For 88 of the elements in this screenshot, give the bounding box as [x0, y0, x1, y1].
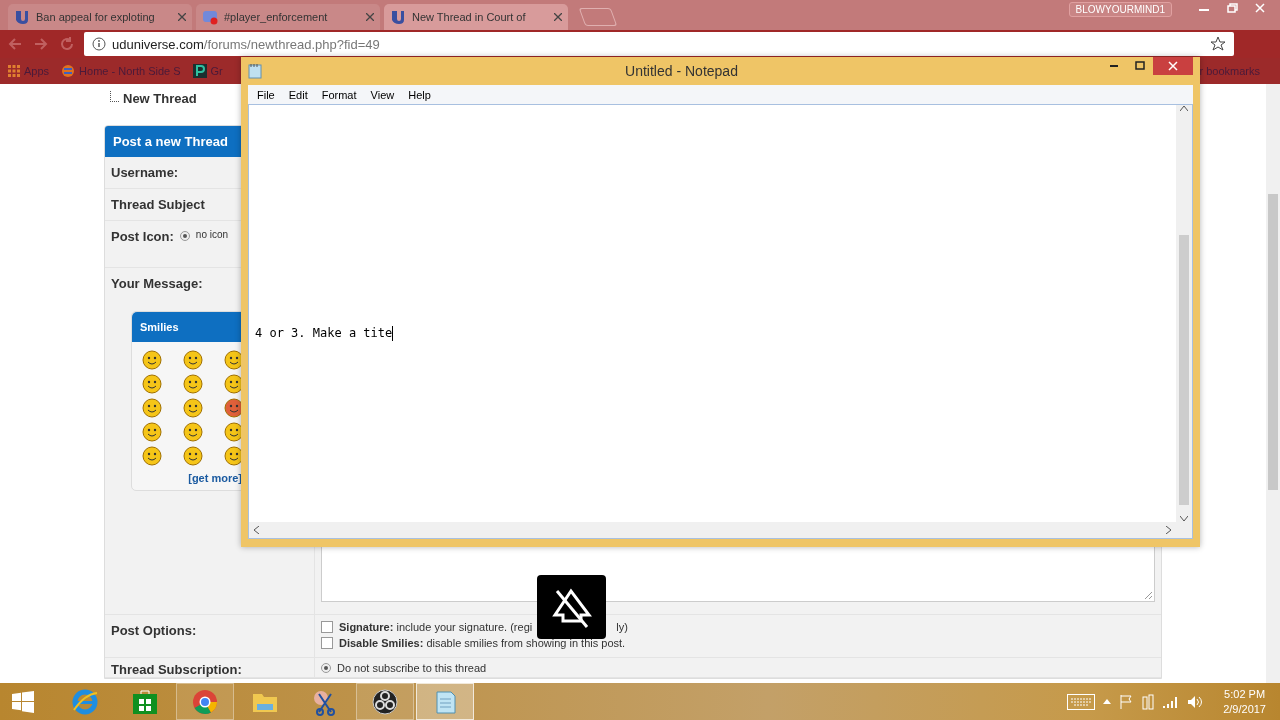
field-label: Post Options: [111, 623, 197, 638]
menu-item[interactable]: File [250, 88, 282, 101]
tab-title: Ban appeal for exploting [36, 11, 156, 23]
signal-bars-icon[interactable] [1163, 695, 1180, 708]
minimize-icon [1109, 65, 1119, 67]
smiley-icon [142, 374, 162, 394]
tab-title: New Thread in Court of [412, 11, 527, 23]
option-text: Do not subscribe to this thread [337, 662, 487, 674]
notepad-icon [248, 63, 262, 79]
checkbox[interactable] [321, 621, 333, 633]
tab-title: #player_enforcement [224, 11, 329, 23]
text-caret [392, 326, 394, 341]
chat-app-icon [202, 9, 218, 25]
smiley-icon [183, 374, 203, 394]
scroll-up-icon[interactable] [1180, 105, 1188, 111]
vertical-scrollbar[interactable] [1176, 105, 1192, 522]
field-label: Thread Subscription: [111, 662, 242, 677]
smiley-icon [183, 350, 203, 370]
smiley-icon [142, 446, 162, 466]
close-icon[interactable] [554, 13, 562, 21]
close-icon [1168, 61, 1178, 71]
taskbar-button[interactable] [356, 683, 414, 720]
horizontal-scrollbar[interactable] [249, 522, 1176, 538]
bookmark-label: Apps [24, 65, 50, 77]
resize-grip-icon [1145, 592, 1152, 599]
field-label: Your Message: [111, 276, 203, 291]
smiley-icon [183, 398, 203, 418]
smiley-icon [183, 446, 203, 466]
breadcrumb-current: New Thread [123, 91, 197, 106]
option-text: Disable Smilies: disable smilies from showing in this post. [339, 637, 626, 649]
bookmark-label: Gr [210, 65, 223, 77]
menu-item[interactable]: View [363, 88, 402, 101]
radio-label: no icon [195, 229, 229, 240]
field-label: Post Icon: [111, 229, 174, 244]
scrollbar-thumb[interactable] [1268, 194, 1278, 490]
clock[interactable]: 5:02 PM 2/9/2017 [1223, 686, 1266, 717]
smiley-icon [183, 422, 203, 442]
radio-button[interactable] [179, 231, 190, 241]
scrollbar-thumb[interactable] [1179, 235, 1189, 505]
browser-tab[interactable]: #player_enforcement [196, 4, 380, 30]
option-text: Signature: include your signature. (regi [339, 621, 533, 633]
maximize-icon [1135, 61, 1145, 71]
close-button[interactable] [1153, 57, 1193, 75]
close-icon[interactable] [366, 13, 374, 21]
info-icon [92, 37, 106, 51]
keyboard-icon[interactable] [1067, 693, 1096, 710]
browser-tab[interactable]: New Thread in Court of [384, 4, 568, 30]
browser-tab[interactable]: Ban appeal for exploting [8, 4, 192, 30]
speaker-icon[interactable] [1187, 694, 1204, 709]
scroll-left-icon[interactable] [253, 526, 259, 534]
menu-item[interactable]: Format [314, 88, 364, 101]
smiley-icon [142, 350, 162, 370]
no-audio-overlay-icon [537, 575, 606, 639]
get-more-link[interactable]: [get more] [188, 472, 242, 484]
site-logo-icon [14, 9, 30, 25]
scroll-down-icon[interactable] [1180, 516, 1188, 522]
flag-icon[interactable] [1119, 694, 1134, 709]
apps-grid-icon [8, 65, 20, 77]
site-logo-icon [390, 9, 406, 25]
letter-p-logo-icon [192, 64, 207, 78]
field-label: Username: [111, 165, 179, 180]
radio-button[interactable] [321, 663, 331, 673]
obs-logo-icon[interactable] [371, 687, 399, 716]
scrollbar[interactable] [1266, 84, 1280, 683]
chrome-icon[interactable] [191, 687, 219, 716]
tree-connector [110, 91, 119, 102]
shopping-bag-icon[interactable] [131, 687, 159, 716]
menu-item[interactable]: Edit [281, 88, 315, 101]
checkbox[interactable] [321, 637, 333, 649]
star-icon[interactable] [1210, 36, 1226, 52]
chevron-up-icon[interactable] [1103, 699, 1112, 704]
profile-name[interactable]: BLOWYOURMIND1 [1068, 2, 1172, 17]
browser-e-icon[interactable] [71, 687, 99, 716]
option-text: ly) [616, 621, 628, 633]
windows-start-icon[interactable] [12, 690, 34, 713]
globe-logo-icon [61, 64, 76, 78]
smiley-icon [142, 398, 162, 418]
editor-text: 4 or 3. Make a tite [255, 326, 393, 340]
smiley-icon [142, 422, 162, 442]
close-icon[interactable] [178, 13, 186, 21]
field-label: Thread Subject [111, 197, 205, 212]
window-title: Untitled - Notepad [625, 63, 738, 79]
scroll-right-icon[interactable] [1166, 526, 1172, 534]
reload-icon[interactable] [58, 35, 76, 53]
menu-item[interactable]: Help [401, 88, 438, 101]
address-bar[interactable]: uduniverse.com/forums/newthread.php?fid=49 [84, 32, 1234, 56]
bookmark-label: Home - North Side S [79, 65, 181, 77]
url-text: uduniverse.com/forums/newthread.php?fid=49 [112, 36, 380, 52]
